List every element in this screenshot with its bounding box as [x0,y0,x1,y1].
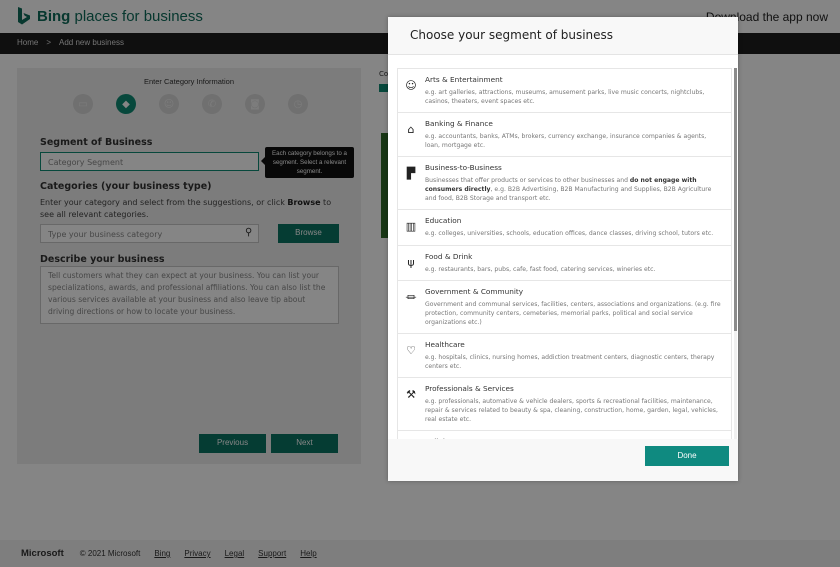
segment-title: Professionals & Services [425,384,514,394]
segment-item-education[interactable]: ▥ Education e.g. colleges, universities,… [397,209,732,245]
done-button[interactable]: Done [645,446,729,466]
scrollbar-thumb[interactable] [734,68,737,331]
segment-item-government-community[interactable]: ⏛ Government & Community Government and … [397,280,732,334]
segment-description: e.g. colleges, universities, schools, ed… [425,230,714,238]
segment-description: e.g. restaurants, bars, pubs, cafe, fast… [425,265,656,273]
heart-pulse-icon: ♡ [406,344,416,358]
modal-header: Choose your segment of business [388,17,738,55]
segment-title: Government & Community [425,287,524,297]
book-icon: ▥ [405,220,417,234]
segment-title: Business-to-Business [425,163,502,173]
segment-title: Arts & Entertainment [425,75,503,84]
segment-description: e.g. accountants, banks, ATMs, brokers, … [425,133,707,149]
segment-item-arts-entertainment[interactable]: ☺ Arts & Entertainment e.g. art gallerie… [397,68,732,113]
segment-item-religion[interactable]: ✦ Religion [397,430,732,439]
segment-list: ☺ Arts & Entertainment e.g. art gallerie… [397,68,732,439]
segment-title: Banking & Finance [425,119,493,129]
modal-footer: Done [388,439,738,481]
segment-description: e.g. art galleries, attractions, museums… [425,89,705,105]
tools-icon: ⚒ [406,388,416,402]
segment-item-healthcare[interactable]: ♡ Healthcare e.g. hospitals, clinics, nu… [397,333,732,378]
segment-item-food-drink[interactable]: ψ Food & Drink e.g. restaurants, bars, p… [397,244,732,281]
fork-knife-icon: ψ [407,255,415,269]
segment-description: Businesses that offer products or servic… [425,177,712,202]
theater-masks-icon: ☺ [405,79,417,92]
segment-description: Government and communal services, facili… [425,301,721,326]
government-building-icon: ⏛ [405,291,417,305]
segment-title: Food & Drink [425,251,473,261]
building-blocks-icon: ▛ [406,167,416,181]
segment-description: e.g. professionals, automative & vehicle… [425,398,718,423]
segment-title: Healthcare [425,340,465,350]
segment-item-business-to-business[interactable]: ▛ Business-to-Business Businesses that o… [397,156,732,210]
segment-item-banking-finance[interactable]: ⌂ Banking & Finance e.g. accountants, ba… [397,112,732,157]
segment-description: e.g. hospitals, clinics, nursing homes, … [425,354,715,370]
bank-house-icon: ⌂ [407,123,415,137]
segment-list-scrollbar[interactable] [734,68,737,439]
segment-modal: Choose your segment of business ☺ Arts &… [388,17,738,481]
modal-title: Choose your segment of business [410,28,614,42]
segment-item-professionals-services[interactable]: ⚒ Professionals & Services e.g. professi… [397,377,732,431]
segment-title: Education [425,216,462,226]
